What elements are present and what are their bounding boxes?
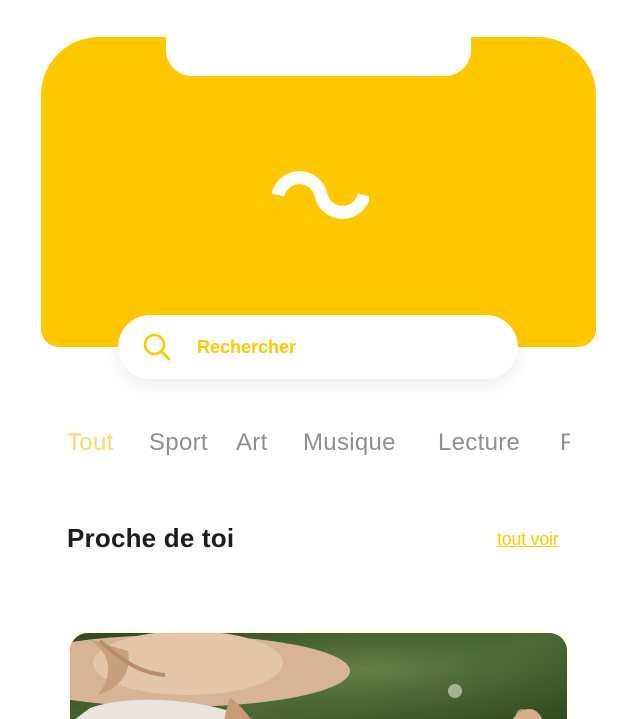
app-screen: Rechercher Tout Sport Art Musique Lectur… [0, 0, 635, 719]
search-bar[interactable]: Rechercher [118, 315, 518, 379]
activity-card[interactable] [70, 633, 567, 719]
search-icon [142, 332, 172, 362]
tab-lecture[interactable]: Lecture [438, 424, 520, 462]
tab-tout[interactable]: Tout [67, 424, 114, 462]
see-all-link[interactable]: tout voir [497, 529, 559, 550]
search-placeholder[interactable]: Rechercher [197, 337, 296, 358]
section-title: Proche de toi [67, 523, 235, 553]
tab-sport[interactable]: Sport [149, 424, 208, 462]
wave-logo-icon [271, 171, 369, 219]
tab-musique[interactable]: Musique [303, 424, 396, 462]
card-photo [70, 633, 567, 719]
tab-partial[interactable]: F [560, 424, 570, 462]
header-banner [41, 35, 596, 347]
category-tabs: Tout Sport Art Musique Lecture F [0, 424, 570, 464]
tab-art[interactable]: Art [236, 424, 268, 462]
device-notch [166, 35, 471, 76]
